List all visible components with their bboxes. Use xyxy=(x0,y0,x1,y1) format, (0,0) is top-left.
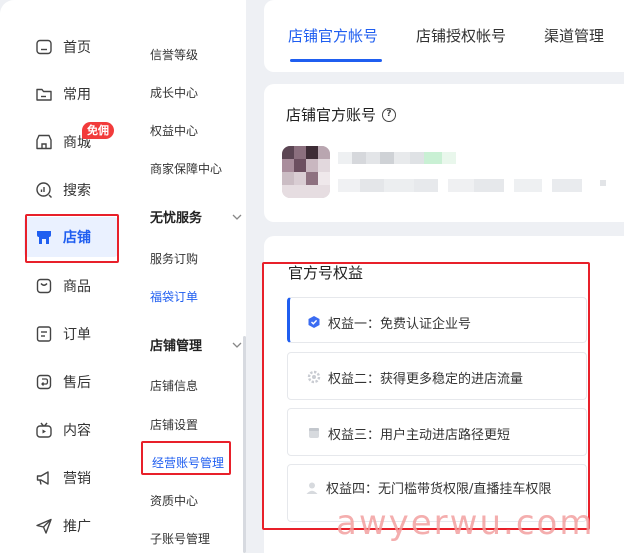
nav-label: 常用 xyxy=(63,87,91,103)
nav-item-order[interactable]: 订单 xyxy=(34,319,124,349)
nav-label: 商品 xyxy=(63,279,91,295)
subnav-group-label: 无忧服务 xyxy=(150,211,203,226)
chevron-down-icon xyxy=(232,210,242,224)
subnav-item-lucky-bag-order[interactable]: 福袋订单 xyxy=(150,288,198,305)
help-icon[interactable]: ? xyxy=(382,107,397,122)
tab-official-account[interactable]: 店铺官方帐号 xyxy=(288,25,378,46)
tab-channel-management[interactable]: 渠道管理 xyxy=(544,25,604,46)
tab-authorized-account[interactable]: 店铺授权帐号 xyxy=(416,25,506,46)
megaphone-icon xyxy=(34,468,54,488)
subnav-item-benefits[interactable]: 权益中心 xyxy=(150,122,198,139)
tv-icon xyxy=(34,420,54,440)
annotation-box-benefits xyxy=(262,262,590,530)
nav-label: 售后 xyxy=(63,375,91,391)
order-icon xyxy=(34,324,54,344)
after-sales-icon xyxy=(34,372,54,392)
primary-nav: 首页 常用 商城 免佣 搜索 店铺 商品 订单 售后 内容 营销 推广 xyxy=(0,0,130,553)
nav-label: 内容 xyxy=(63,423,91,439)
sidebar-scrollbar[interactable] xyxy=(243,336,246,553)
nav-item-common[interactable]: 常用 xyxy=(34,79,124,109)
search-icon xyxy=(34,180,54,200)
official-account-title: 店铺官方账号 ? xyxy=(286,104,397,125)
subnav-item-growth[interactable]: 成长中心 xyxy=(150,84,198,101)
home-icon xyxy=(34,37,54,57)
subnav-item-service-order[interactable]: 服务订购 xyxy=(150,250,198,267)
nav-item-marketing[interactable]: 营销 xyxy=(34,463,124,493)
nav-label: 营销 xyxy=(63,471,91,487)
folder-icon xyxy=(34,84,54,104)
subnav-item-reputation[interactable]: 信誉等级 xyxy=(150,46,198,63)
nav-label: 搜索 xyxy=(63,183,91,199)
nav-label: 订单 xyxy=(63,327,91,343)
nav-label: 首页 xyxy=(63,40,91,56)
watermark: awyerwu.com xyxy=(336,503,595,543)
nav-item-after-sales[interactable]: 售后 xyxy=(34,367,124,397)
nav-item-search[interactable]: 搜索 xyxy=(34,175,124,205)
send-icon xyxy=(34,516,54,536)
subnav-item-shop-info[interactable]: 店铺信息 xyxy=(150,377,198,394)
account-avatar xyxy=(282,146,330,198)
account-desc-blurred xyxy=(338,176,608,196)
section-title: 店铺官方账号 xyxy=(286,106,377,124)
subnav-item-shop-settings[interactable]: 店铺设置 xyxy=(150,416,198,433)
subnav-group-label: 店铺管理 xyxy=(150,339,203,354)
subnav-group-worry-free[interactable]: 无忧服务 xyxy=(150,207,242,226)
nav-item-content[interactable]: 内容 xyxy=(34,415,124,445)
nav-item-product[interactable]: 商品 xyxy=(34,271,124,301)
subnav-item-qualification[interactable]: 资质中心 xyxy=(150,492,198,509)
nav-item-promotion[interactable]: 推广 xyxy=(34,511,124,541)
active-tab-indicator xyxy=(290,59,382,62)
subnav-group-shop-management[interactable]: 店铺管理 xyxy=(150,335,242,354)
subnav-item-sub-account[interactable]: 子账号管理 xyxy=(150,530,210,547)
annotation-box-shop xyxy=(25,214,119,263)
annotation-box-account-management xyxy=(141,441,231,475)
free-commission-badge: 免佣 xyxy=(82,122,114,139)
store-icon xyxy=(34,132,54,152)
chevron-down-icon xyxy=(232,338,242,352)
nav-label: 推广 xyxy=(63,519,91,535)
subnav-item-guarantee[interactable]: 商家保障中心 xyxy=(150,160,222,177)
account-name-blurred xyxy=(338,150,460,168)
nav-item-home[interactable]: 首页 xyxy=(34,32,124,62)
product-icon xyxy=(34,276,54,296)
